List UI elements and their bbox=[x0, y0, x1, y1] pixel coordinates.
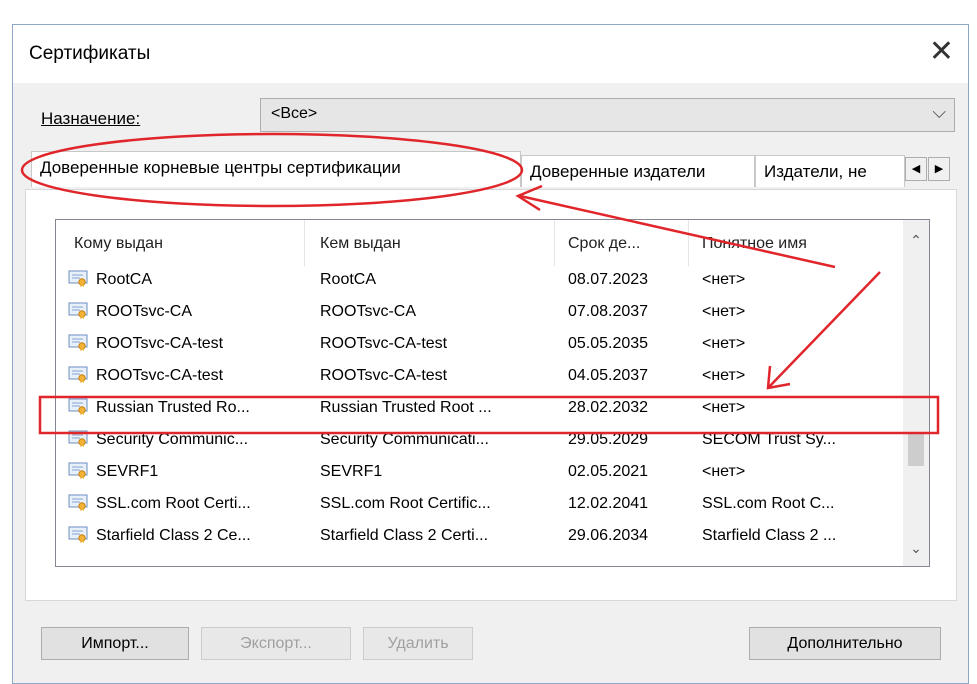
cell-friendly: <нет> bbox=[702, 367, 746, 384]
column-divider[interactable] bbox=[688, 220, 689, 266]
cell-friendly: <нет> bbox=[702, 399, 746, 416]
cell-issued-to: Russian Trusted Ro... bbox=[96, 399, 250, 416]
table-row[interactable]: Security Communic... Security Communicati… bbox=[56, 426, 904, 457]
cell-issued-to: Security Communic... bbox=[96, 431, 249, 448]
certificates-dialog: Сертификаты ✕ Назначение: <Все> ⌵ Довере… bbox=[12, 24, 969, 684]
cell-issued-by: SSL.com Root Certific... bbox=[320, 495, 491, 512]
close-icon[interactable]: ✕ bbox=[929, 35, 954, 69]
cell-expires: 28.02.2032 bbox=[568, 399, 649, 416]
tab-label: Издатели, не bbox=[764, 162, 867, 181]
certificate-icon bbox=[68, 430, 88, 447]
table-row[interactable]: Starfield Class 2 Ce... Starfield Class 2… bbox=[56, 522, 904, 553]
cell-friendly: <нет> bbox=[702, 303, 746, 320]
tab-scroll-left-icon[interactable]: ◀ bbox=[905, 157, 927, 181]
background bbox=[0, 0, 977, 22]
cell-expires: 08.07.2023 bbox=[568, 271, 649, 288]
tab-label: Доверенные корневые центры сертификации bbox=[40, 158, 401, 177]
cell-expires: 04.05.2037 bbox=[568, 367, 649, 384]
import-button[interactable]: Импорт... bbox=[41, 627, 189, 660]
certificate-list[interactable]: Кому выдан Кем выдан Срок де... Понятное… bbox=[55, 219, 930, 567]
certificate-icon bbox=[68, 366, 88, 383]
vertical-scrollbar[interactable]: ⌃ ⌄ bbox=[903, 220, 929, 566]
cell-issued-by: SEVRF1 bbox=[320, 463, 383, 480]
tab-trusted-root[interactable]: Доверенные корневые центры сертификации bbox=[31, 151, 521, 187]
cell-issued-by: Security Communicati... bbox=[320, 431, 489, 448]
table-row[interactable]: ROOTsvc-CA ROOTsvc-CA 07.08.2037 <нет> bbox=[56, 298, 904, 329]
tab-scroll-right-icon[interactable]: ▶ bbox=[928, 157, 950, 181]
cell-friendly: <нет> bbox=[702, 463, 746, 480]
column-divider[interactable] bbox=[554, 220, 555, 266]
cell-issued-by: Russian Trusted Root ... bbox=[320, 399, 492, 416]
title-bar: Сертификаты ✕ bbox=[13, 25, 968, 83]
certificate-icon bbox=[68, 334, 88, 351]
cell-expires: 05.05.2035 bbox=[568, 335, 649, 352]
column-header-issued-to[interactable]: Кому выдан bbox=[74, 235, 163, 253]
cell-friendly: Starfield Class 2 ... bbox=[702, 527, 837, 544]
tab-label: Доверенные издатели bbox=[530, 162, 706, 181]
table-row[interactable]: SEVRF1 SEVRF1 02.05.2021 <нет> bbox=[56, 458, 904, 489]
cell-expires: 02.05.2021 bbox=[568, 463, 649, 480]
certificate-icon bbox=[68, 302, 88, 319]
export-button-label: Экспорт... bbox=[240, 635, 312, 652]
cell-issued-by: ROOTsvc-CA bbox=[320, 303, 416, 320]
certificate-icon bbox=[68, 398, 88, 415]
certificate-icon bbox=[68, 526, 88, 543]
chevron-down-icon[interactable]: ⌵ bbox=[932, 102, 946, 123]
column-header-issued-by[interactable]: Кем выдан bbox=[320, 235, 401, 253]
cell-friendly: SSL.com Root C... bbox=[702, 495, 835, 512]
dialog-title: Сертификаты bbox=[29, 43, 151, 64]
cell-issued-by: Starfield Class 2 Certi... bbox=[320, 527, 489, 544]
scroll-down-icon[interactable]: ⌄ bbox=[903, 536, 929, 560]
delete-button[interactable]: Удалить bbox=[363, 627, 473, 660]
cell-issued-to: SEVRF1 bbox=[96, 463, 159, 480]
list-header: Кому выдан Кем выдан Срок де... Понятное… bbox=[56, 220, 904, 266]
table-row[interactable]: Russian Trusted Ro... Russian Trusted Roo… bbox=[56, 394, 904, 425]
column-header-friendly-name[interactable]: Понятное имя bbox=[702, 235, 807, 253]
cell-issued-by: ROOTsvc-CA-test bbox=[320, 367, 448, 384]
delete-button-label: Удалить bbox=[387, 635, 449, 652]
table-row[interactable]: ROOTsvc-CA-test ROOTsvc-CA-test 05.05.2035… bbox=[56, 330, 904, 361]
cell-issued-to: ROOTsvc-CA-test bbox=[96, 335, 224, 352]
column-header-expiration[interactable]: Срок де... bbox=[568, 235, 640, 253]
advanced-button[interactable]: Дополнительно bbox=[749, 627, 941, 660]
certificate-icon bbox=[68, 270, 88, 287]
column-divider[interactable] bbox=[304, 220, 305, 266]
tab-untrusted-publishers[interactable]: Издатели, не bbox=[755, 155, 905, 187]
table-row[interactable]: RootCA RootCA 08.07.2023 <нет> bbox=[56, 266, 904, 297]
purpose-label: Назначение: bbox=[41, 109, 141, 128]
cell-expires: 29.05.2029 bbox=[568, 431, 649, 448]
tab-strip: Доверенные корневые центры сертификации … bbox=[13, 151, 970, 189]
advanced-button-label: Дополнительно bbox=[787, 635, 903, 652]
table-row[interactable]: ROOTsvc-CA-test ROOTsvc-CA-test 04.05.2037… bbox=[56, 362, 904, 393]
cell-issued-to: ROOTsvc-CA bbox=[96, 303, 192, 320]
cell-issued-to: RootCA bbox=[96, 271, 153, 288]
table-row[interactable]: SSL.com Root Certi... SSL.com Root Certif… bbox=[56, 490, 904, 521]
cell-issued-to: ROOTsvc-CA-test bbox=[96, 367, 224, 384]
cell-expires: 29.06.2034 bbox=[568, 527, 649, 544]
cell-expires: 12.02.2041 bbox=[568, 495, 649, 512]
cell-friendly: <нет> bbox=[702, 271, 746, 288]
purpose-selected-value: <Все> bbox=[271, 105, 318, 122]
cell-friendly: <нет> bbox=[702, 335, 746, 352]
cell-issued-to: SSL.com Root Certi... bbox=[96, 495, 251, 512]
cell-issued-by: RootCA bbox=[320, 271, 377, 288]
cell-expires: 07.08.2037 bbox=[568, 303, 649, 320]
scroll-up-icon[interactable]: ⌃ bbox=[903, 228, 929, 252]
tab-trusted-publishers[interactable]: Доверенные издатели bbox=[521, 155, 755, 187]
cell-issued-by: ROOTsvc-CA-test bbox=[320, 335, 448, 352]
certificate-icon bbox=[68, 462, 88, 479]
scrollbar-thumb[interactable] bbox=[908, 434, 924, 466]
import-button-label: Импорт... bbox=[81, 635, 149, 652]
purpose-select[interactable]: <Все> ⌵ bbox=[260, 98, 955, 132]
cell-issued-to: Starfield Class 2 Ce... bbox=[96, 527, 251, 544]
cell-friendly: SECOM Trust Sy... bbox=[702, 431, 836, 448]
certificate-icon bbox=[68, 494, 88, 511]
export-button[interactable]: Экспорт... bbox=[201, 627, 351, 660]
